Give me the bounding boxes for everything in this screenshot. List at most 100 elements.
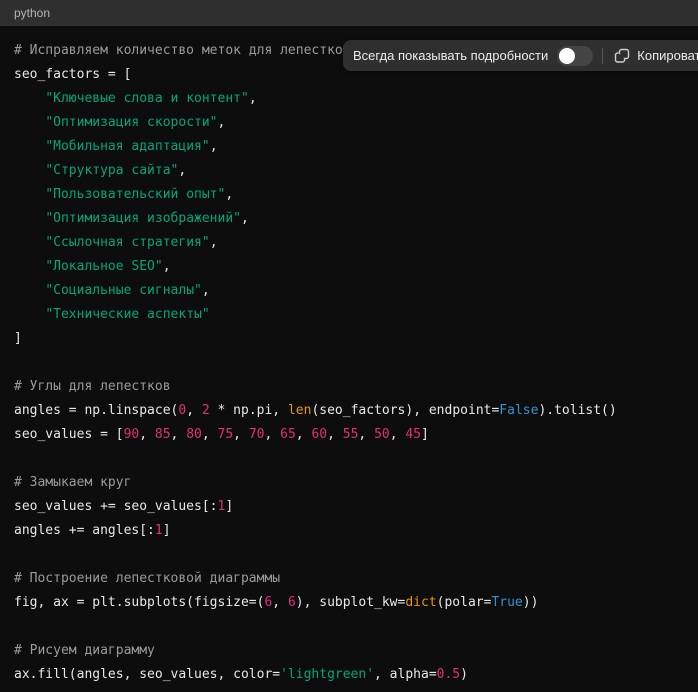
code-line: "Структура сайта", [14, 159, 684, 183]
code-token: seo_values += seo_values[: [14, 499, 218, 514]
code-token: "Оптимизация изображений" [45, 211, 241, 226]
code-token: # Построение лепестковой диаграммы [14, 571, 280, 586]
code-line: # Углы для лепестков [14, 375, 684, 399]
code-token: ) [460, 667, 468, 682]
code-token: ] [225, 499, 233, 514]
code-token: fig, ax = plt.subplots(figsize=( [14, 595, 264, 610]
code-token [14, 283, 45, 298]
code-token: dict [405, 595, 436, 610]
code-token: "Пользовательский опыт" [45, 187, 225, 202]
code-token: ax.fill(angles, seo_values, color= [14, 667, 280, 682]
code-line: "Ссылочная стратегия", [14, 231, 684, 255]
code-token: , alpha= [374, 667, 437, 682]
code-token: , [241, 211, 249, 226]
code-line: fig, ax = plt.subplots(figsize=(6, 6), s… [14, 591, 684, 615]
code-token: 6 [288, 595, 296, 610]
code-token [14, 307, 45, 322]
code-token: , [171, 427, 187, 442]
code-token: , [264, 427, 280, 442]
code-token: ] [163, 523, 171, 538]
code-token: ] [421, 427, 429, 442]
code-token: 'lightgreen' [280, 667, 374, 682]
code-block-window: python # Исправляем количество меток для… [0, 0, 698, 692]
code-token [14, 259, 45, 274]
code-token: , [163, 259, 171, 274]
code-token: , [218, 115, 226, 130]
code-toolbar: Всегда показывать подробности Копировать… [343, 40, 698, 71]
code-block: # Исправляем количество меток для лепест… [0, 26, 698, 687]
code-token: "Мобильная адаптация" [45, 139, 209, 154]
code-token: , [249, 91, 257, 106]
code-token: , [210, 235, 218, 250]
code-token: , [186, 403, 202, 418]
code-line [14, 543, 684, 567]
code-token: 50 [374, 427, 390, 442]
code-token: "Оптимизация скорости" [45, 115, 217, 130]
code-token [14, 235, 45, 250]
code-token: 60 [311, 427, 327, 442]
code-line: "Социальные сигналы", [14, 279, 684, 303]
code-token [14, 211, 45, 226]
code-token: (polar= [437, 595, 492, 610]
code-token: angles += angles[: [14, 523, 155, 538]
code-line: "Локальное SEO", [14, 255, 684, 279]
code-token: , [202, 283, 210, 298]
details-toggle[interactable] [557, 46, 593, 66]
code-token: "Ссылочная стратегия" [45, 235, 209, 250]
code-token: 1 [155, 523, 163, 538]
code-token: 55 [343, 427, 359, 442]
code-line: "Мобильная адаптация", [14, 135, 684, 159]
code-token: False [499, 403, 538, 418]
code-line: seo_values += seo_values[:1] [14, 495, 684, 519]
copy-code-label: Копировать код [637, 48, 698, 63]
code-line: seo_values = [90, 85, 80, 75, 70, 65, 60… [14, 423, 684, 447]
code-line: angles = np.linspace(0, 2 * np.pi, len(s… [14, 399, 684, 423]
code-token: , [327, 427, 343, 442]
code-token: 85 [155, 427, 171, 442]
code-token: # Исправляем количество меток для лепест… [14, 43, 351, 58]
code-header: python [0, 0, 698, 26]
code-token: , [202, 427, 218, 442]
toggle-knob [559, 48, 575, 64]
code-line: "Ключевые слова и контент", [14, 87, 684, 111]
code-token [14, 139, 45, 154]
code-line: # Построение лепестковой диаграммы [14, 567, 684, 591]
code-line [14, 615, 684, 639]
code-token: )) [523, 595, 539, 610]
code-line: "Технические аспекты" [14, 303, 684, 327]
code-token: , [233, 427, 249, 442]
code-token: ), subplot_kw= [296, 595, 406, 610]
code-line: ax.fill(angles, seo_values, color='light… [14, 663, 684, 687]
code-token [14, 187, 45, 202]
code-line [14, 351, 684, 375]
copy-code-button[interactable]: Копировать код [612, 48, 698, 64]
code-token: ).tolist() [538, 403, 616, 418]
code-token: # Углы для лепестков [14, 379, 171, 394]
always-show-details-label: Всегда показывать подробности [353, 48, 548, 63]
code-token: , [272, 595, 288, 610]
code-line: angles += angles[:1] [14, 519, 684, 543]
code-token: , [296, 427, 312, 442]
code-token: angles = np.linspace( [14, 403, 178, 418]
code-line: "Пользовательский опыт", [14, 183, 684, 207]
code-token: 80 [186, 427, 202, 442]
code-token: 70 [249, 427, 265, 442]
code-token: , [139, 427, 155, 442]
code-token: 2 [202, 403, 210, 418]
code-line [14, 447, 684, 471]
code-token [14, 163, 45, 178]
code-line: ] [14, 327, 684, 351]
code-token: # Замыкаем круг [14, 475, 131, 490]
code-token: 65 [280, 427, 296, 442]
code-token [14, 115, 45, 130]
code-token: , [210, 139, 218, 154]
code-language-label: python [14, 7, 50, 19]
code-token [14, 91, 45, 106]
code-line: "Оптимизация изображений", [14, 207, 684, 231]
code-token: len [288, 403, 311, 418]
code-token: * np.pi, [210, 403, 288, 418]
code-line: # Рисуем диаграмму [14, 639, 684, 663]
code-token: seo_factors = [ [14, 67, 131, 82]
code-token: "Ключевые слова и контент" [45, 91, 249, 106]
code-token: seo_values = [ [14, 427, 124, 442]
